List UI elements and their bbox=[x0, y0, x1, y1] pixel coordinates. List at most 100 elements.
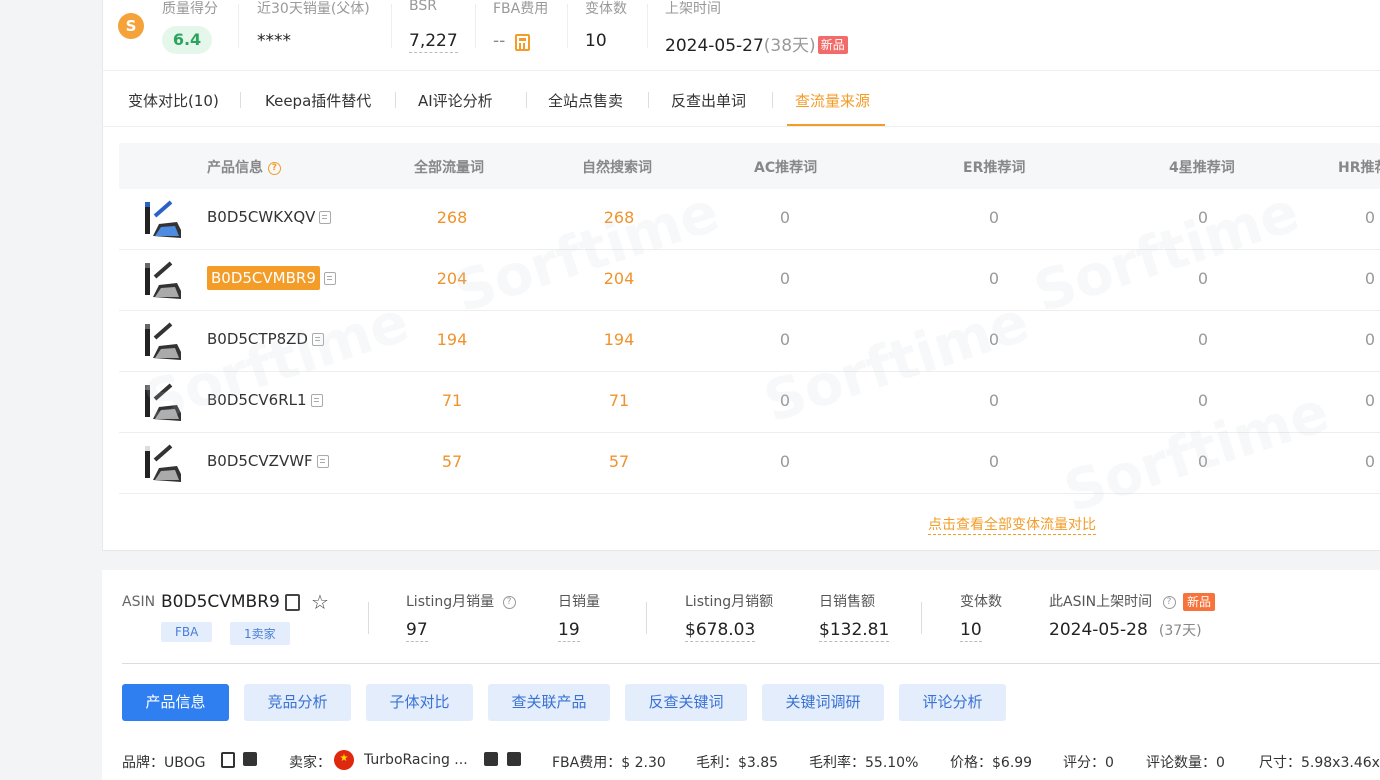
divider bbox=[102, 70, 1380, 71]
th-all-traffic[interactable]: 全部流量词 bbox=[414, 157, 484, 177]
competitor-analysis-button[interactable]: 竞品分析 bbox=[244, 684, 351, 721]
listing-monthly-sales-value: 97 bbox=[406, 620, 428, 642]
ac-count: 0 bbox=[779, 269, 791, 288]
row-divider bbox=[119, 249, 1380, 250]
all-traffic-count[interactable]: 268 bbox=[412, 208, 492, 227]
product-thumbnail[interactable] bbox=[141, 257, 181, 303]
divider bbox=[648, 92, 649, 108]
product-thumbnail[interactable] bbox=[141, 440, 181, 486]
tab-all-sites[interactable]: 全站点售卖 bbox=[548, 90, 623, 111]
sales30-value: **** bbox=[257, 31, 291, 51]
er-count: 0 bbox=[988, 452, 1000, 471]
all-traffic-count[interactable]: 194 bbox=[412, 330, 492, 349]
sales30-label: 近30天销量(父体) bbox=[257, 1, 370, 17]
copy-icon[interactable] bbox=[311, 333, 324, 346]
product-thumbnail[interactable] bbox=[141, 379, 181, 425]
listed-days: (38天) bbox=[763, 36, 816, 56]
organic-count[interactable]: 268 bbox=[579, 208, 659, 227]
all-traffic-count[interactable]: 71 bbox=[412, 391, 492, 410]
seller-name[interactable]: TurboRacing ... bbox=[364, 752, 468, 768]
tab-traffic-source[interactable]: 查流量来源 bbox=[795, 90, 870, 111]
daily-sales-value: 19 bbox=[558, 620, 580, 642]
tab-ai-review[interactable]: AI评论分析 bbox=[418, 90, 493, 111]
copy-icon[interactable] bbox=[221, 752, 235, 768]
variants-count-label: 变体数 bbox=[960, 594, 1002, 610]
china-flag-icon: ★ bbox=[334, 750, 354, 770]
product-thumbnail[interactable] bbox=[141, 196, 181, 242]
all-traffic-count[interactable]: 204 bbox=[412, 269, 492, 288]
calculator-icon[interactable] bbox=[515, 34, 530, 51]
organic-count[interactable]: 204 bbox=[579, 269, 659, 288]
table-row-asin[interactable]: B0D5CTP8ZD bbox=[207, 329, 324, 348]
all-traffic-count[interactable]: 57 bbox=[412, 452, 492, 471]
review-analysis-button[interactable]: 评论分析 bbox=[899, 684, 1006, 721]
listed-info: 2024-05-27(38天) 新品 bbox=[665, 31, 848, 56]
ac-count: 0 bbox=[779, 391, 791, 410]
reverse-keywords-button[interactable]: 反查关键词 bbox=[625, 684, 747, 721]
chart-icon[interactable] bbox=[243, 752, 257, 766]
size-info: 尺寸：5.98x3.46x0 bbox=[1259, 755, 1380, 771]
copy-icon[interactable] bbox=[323, 272, 336, 285]
th-4star[interactable]: 4星推荐词 bbox=[1169, 157, 1235, 177]
divider bbox=[567, 4, 568, 48]
hr-count: 0 bbox=[1364, 391, 1376, 410]
asin-listed-days: (37天) bbox=[1158, 623, 1202, 639]
profit-info: 毛利：$3.85 bbox=[696, 755, 779, 771]
daily-sales-label: 日销量 bbox=[558, 594, 600, 610]
contact-icon[interactable] bbox=[484, 752, 498, 766]
table-row-asin[interactable]: B0D5CVMBR9 bbox=[207, 266, 336, 290]
star4-count: 0 bbox=[1197, 208, 1209, 227]
tab-keepa[interactable]: Keepa插件替代 bbox=[265, 90, 371, 111]
star4-count: 0 bbox=[1197, 391, 1209, 410]
table-row-asin[interactable]: B0D5CV6RL1 bbox=[207, 390, 323, 409]
new-badge: 新品 bbox=[1182, 593, 1215, 611]
organic-count[interactable]: 71 bbox=[579, 391, 659, 410]
price-info: 价格：$6.99 bbox=[950, 755, 1033, 771]
variants-count-value: 10 bbox=[960, 620, 982, 642]
th-hr[interactable]: HR推荐 bbox=[1338, 157, 1380, 177]
copy-icon[interactable] bbox=[316, 455, 329, 468]
table-row-asin[interactable]: B0D5CVZVWF bbox=[207, 451, 329, 470]
product-info-button[interactable]: 产品信息 bbox=[122, 684, 229, 721]
hr-count: 0 bbox=[1364, 452, 1376, 471]
listed-date: 2024-05-27 bbox=[665, 36, 764, 56]
help-icon[interactable]: ? bbox=[502, 595, 516, 609]
copy-icon[interactable] bbox=[285, 594, 300, 611]
help-icon[interactable]: ? bbox=[1162, 595, 1176, 609]
fba-fee-info: FBA费用：$ 2.30 bbox=[552, 755, 666, 771]
er-count: 0 bbox=[988, 391, 1000, 410]
listing-monthly-revenue-label: Listing月销额 bbox=[685, 594, 774, 610]
organic-count[interactable]: 57 bbox=[579, 452, 659, 471]
tab-variant-compare[interactable]: 变体对比(10) bbox=[128, 90, 219, 111]
th-ac[interactable]: AC推荐词 bbox=[754, 157, 817, 177]
copy-icon[interactable] bbox=[319, 211, 332, 224]
help-icon[interactable]: ? bbox=[267, 161, 281, 175]
seller-count-tag[interactable]: 1卖家 bbox=[230, 622, 290, 645]
fba-value: -- bbox=[493, 31, 506, 51]
ac-count: 0 bbox=[779, 452, 791, 471]
divider bbox=[772, 92, 773, 108]
star4-count: 0 bbox=[1197, 330, 1209, 349]
organic-count[interactable]: 194 bbox=[579, 330, 659, 349]
asin-value: B0D5CVMBR9 bbox=[161, 592, 280, 612]
th-er[interactable]: ER推荐词 bbox=[963, 157, 1025, 177]
copy-icon[interactable] bbox=[310, 394, 323, 407]
related-products-button[interactable]: 查关联产品 bbox=[488, 684, 610, 721]
th-organic[interactable]: 自然搜索词 bbox=[582, 157, 652, 177]
variants-value: 10 bbox=[585, 31, 607, 51]
er-count: 0 bbox=[988, 330, 1000, 349]
product-thumbnail[interactable] bbox=[141, 318, 181, 364]
tab-reverse-keywords[interactable]: 反查出单词 bbox=[671, 90, 746, 111]
chart-icon[interactable] bbox=[507, 752, 521, 766]
asin-label: ASIN bbox=[122, 594, 156, 610]
divider bbox=[122, 663, 1380, 664]
table-row-asin[interactable]: B0D5CWKXQV bbox=[207, 207, 332, 226]
star4-count: 0 bbox=[1197, 269, 1209, 288]
child-compare-button[interactable]: 子体对比 bbox=[366, 684, 473, 721]
th-product-info: 产品信息 ? bbox=[207, 157, 281, 177]
divider bbox=[368, 602, 369, 634]
star-icon[interactable]: ☆ bbox=[311, 590, 329, 614]
view-all-variants-link[interactable]: 点击查看全部变体流量对比 bbox=[928, 514, 1096, 535]
bsr-value[interactable]: 7,227 bbox=[409, 31, 458, 53]
keyword-research-button[interactable]: 关键词调研 bbox=[762, 684, 884, 721]
